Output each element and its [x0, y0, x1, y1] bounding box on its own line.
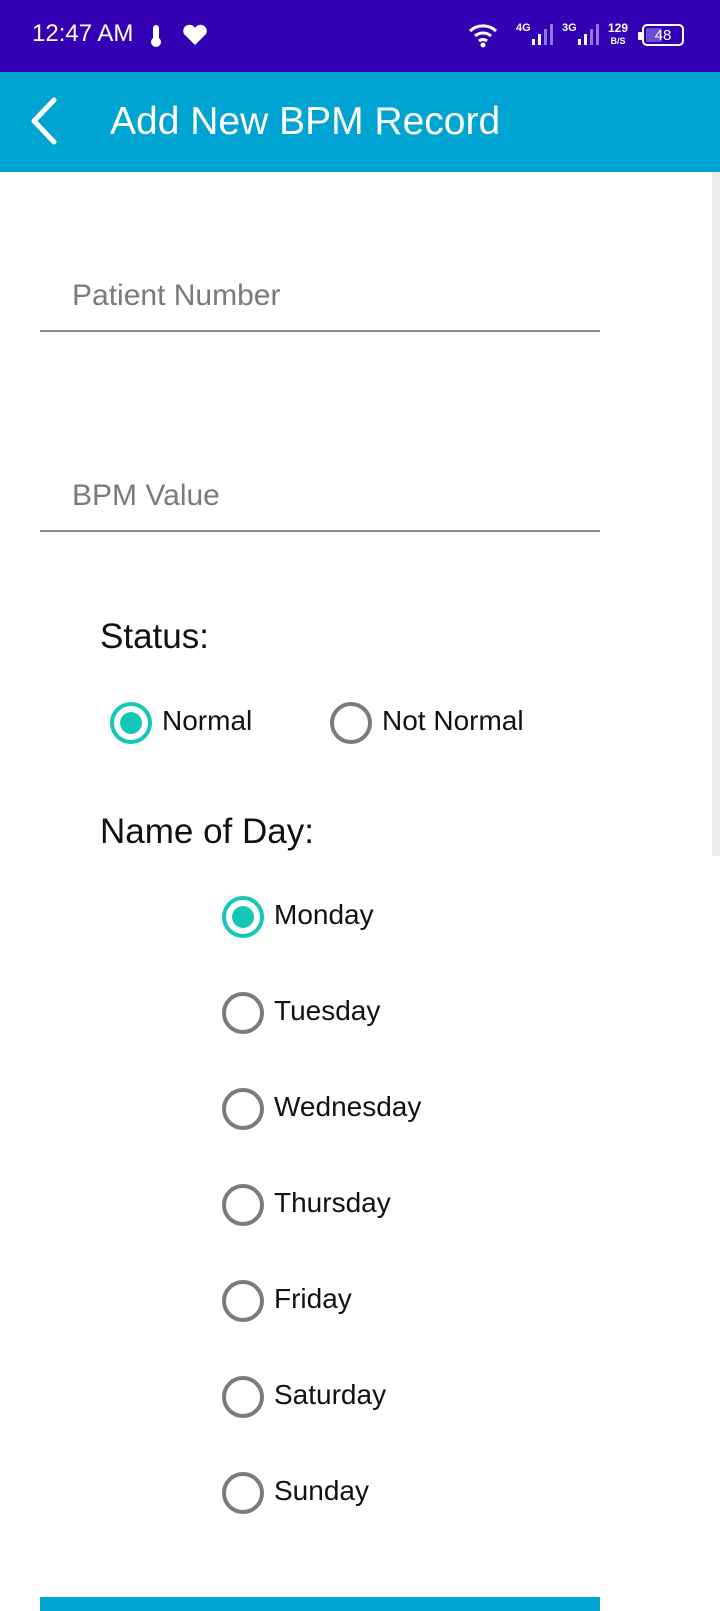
radio-circle-icon: [330, 702, 372, 744]
radio-label: Not Normal: [382, 705, 524, 736]
radio-label: Monday: [274, 899, 374, 930]
radio-circle-icon: [222, 1184, 264, 1226]
status-time: 12:47 AM: [32, 20, 134, 47]
app-bar: Add New BPM Record: [0, 72, 720, 172]
radio-circle-icon: [222, 1280, 264, 1322]
radio-label: Friday: [274, 1283, 352, 1314]
thermometer-icon: [150, 24, 162, 53]
battery-icon: 48: [638, 24, 684, 46]
radio-circle-icon: [222, 1472, 264, 1514]
status-bar: 12:47 AM 4G 3G 129 B/S 48: [0, 0, 720, 72]
signal-3g-icon: [576, 22, 600, 51]
day-label: Name of Day:: [100, 812, 314, 851]
radio-label: Wednesday: [274, 1091, 422, 1122]
radio-label: Saturday: [274, 1379, 387, 1410]
network-speed: 129 B/S: [608, 22, 628, 47]
chevron-left-icon: [31, 97, 57, 145]
battery-level: 48: [654, 27, 672, 44]
bpm-value-input[interactable]: [40, 462, 600, 532]
radio-label: Thursday: [274, 1187, 391, 1218]
radio-selected-dot: [232, 906, 254, 928]
back-button[interactable]: [22, 94, 78, 150]
scrollbar[interactable]: [712, 172, 720, 856]
radio-label: Normal: [162, 705, 253, 736]
status-label: Status:: [100, 617, 209, 656]
speed-unit: B/S: [610, 36, 626, 46]
heart-icon: [182, 24, 208, 51]
speed-value: 129: [608, 21, 629, 35]
submit-button[interactable]: [40, 1597, 600, 1611]
radio-circle-icon: [222, 1088, 264, 1130]
signal-3g-label: 3G: [562, 22, 577, 34]
radio-circle-icon: [222, 1376, 264, 1418]
page-title: Add New BPM Record: [110, 100, 501, 143]
radio-selected-dot: [120, 712, 142, 734]
signal-4g-icon: [530, 22, 554, 51]
radio-circle-icon: [222, 992, 264, 1034]
signal-4g-label: 4G: [516, 22, 531, 34]
radio-label: Tuesday: [274, 995, 381, 1026]
patient-number-input[interactable]: [40, 262, 600, 332]
radio-label: Sunday: [274, 1475, 369, 1506]
wifi-icon: [468, 22, 498, 53]
